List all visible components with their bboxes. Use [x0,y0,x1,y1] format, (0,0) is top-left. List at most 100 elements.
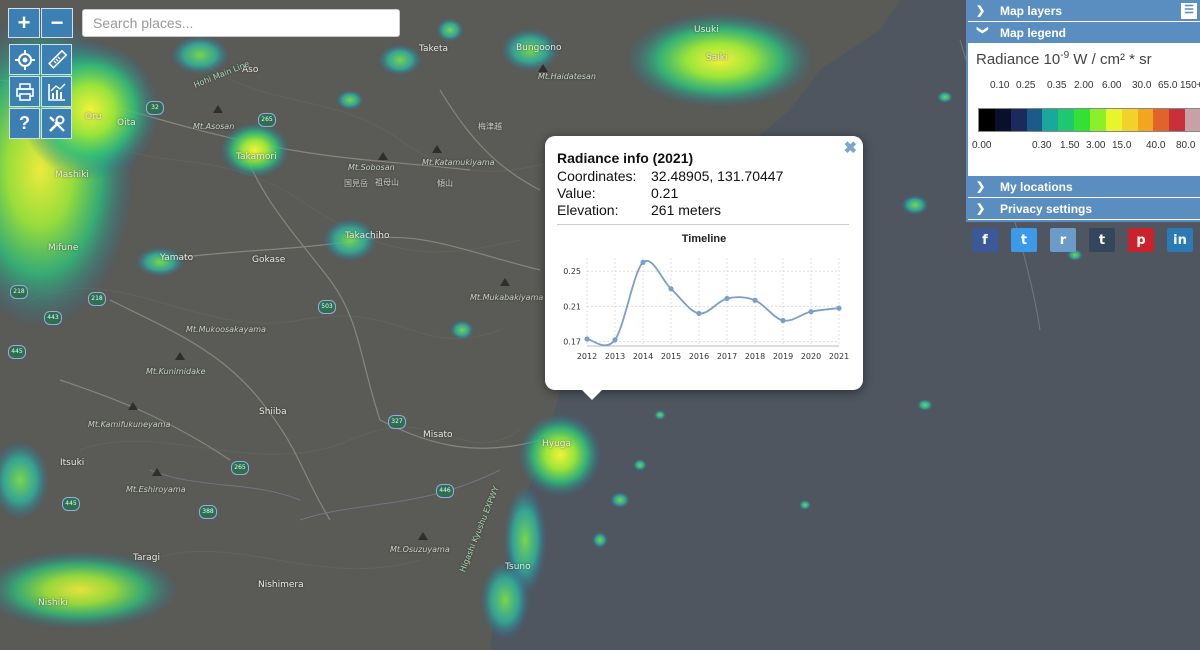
route-shield: 218 [88,292,106,306]
data-point [752,297,758,303]
legend-tick: 15.0 [1112,140,1132,151]
coordinates-row: Coordinates: 32.48905, 131.70447 [557,168,784,184]
place-label: Taragi [133,553,160,563]
facebook-share-button[interactable]: f [972,228,998,252]
data-point [780,317,786,324]
legend-tick: 0.00 [972,140,992,151]
x-tick-label: 2013 [605,352,625,361]
mountain-label: Mt.Osuzuyama [390,545,450,554]
ramp-swatch [1153,109,1170,131]
pinterest-icon: p [1136,232,1146,248]
mountain-label: Mt.Mukabakiyama [470,293,544,302]
data-point [668,286,674,292]
legend-tick: 40.0 [1146,140,1166,151]
tools-icon [48,115,65,132]
mountain-label: Mt.Katamukiyama [422,158,495,167]
place-label: Oita [117,118,136,128]
route-shield: 327 [388,415,406,429]
ramp-swatch [1105,109,1122,131]
x-tick-label: 2015 [661,352,681,361]
statistics-button[interactable] [41,76,72,107]
legend-tick: 0.30 [1032,140,1052,151]
section-privacy-settings[interactable]: ❯ Privacy settings [968,198,1200,220]
place-label: Tsuno [505,562,531,572]
place-label: Mifune [48,243,79,253]
reddit-icon: r [1059,232,1067,248]
place-label: Takamori [236,152,277,162]
place-label: 国見岳 [344,179,368,188]
locate-icon [14,49,35,70]
legend-tick: 0.35 [1047,80,1067,91]
mountain-label: Mt.Sobosan [348,163,395,172]
legend-title: Radiance 10-9 W / cm² * sr [976,50,1152,68]
facebook-icon: f [982,232,988,248]
x-tick-label: 2012 [577,352,597,361]
y-tick-label: 0.25 [563,267,581,276]
route-shield: 32 [146,101,164,115]
ramp-swatch [1058,109,1075,131]
linkedin-share-button[interactable]: in [1167,228,1193,252]
mountain-label: Mt.Mukoosakayama [186,325,266,334]
pinterest-share-button[interactable]: p [1128,228,1154,252]
section-map-layers[interactable]: ❯ Map layers ☰ [968,0,1200,22]
section-label: My locations [1000,179,1073,194]
chevron-right-icon: ❯ [976,5,986,17]
chevron-right-icon: ❯ [976,181,986,193]
route-shield: 445 [8,345,26,359]
mountain-label: Mt.Kamifukuneyama [88,420,171,429]
legend-body: Radiance 10-9 W / cm² * sr 0.10 0.25 0.35 2… [968,44,1200,176]
close-icon[interactable]: ✖ [844,138,857,158]
place-label: Itsuki [60,458,85,468]
place-label: Oru [85,112,102,122]
ramp-swatch [1137,109,1154,131]
tumblr-icon: t [1098,232,1106,248]
radiance-value: 0.21 [651,185,679,201]
locate-button[interactable] [9,44,40,75]
value-row: Value: 0.21 [557,185,679,201]
print-button[interactable] [9,76,40,107]
tools-button[interactable] [41,108,72,139]
twitter-share-button[interactable]: t [1011,228,1037,252]
timeline-chart: Timeline 2012 2013 2014 2015 2016 2017 2018 2019… [563,233,849,361]
hamburger-icon: ☰ [1184,4,1194,16]
legend-tick: 2.00 [1074,80,1094,91]
elevation-value: 261 meters [651,202,722,218]
zoom-in-button[interactable]: + [8,8,40,38]
section-my-locations[interactable]: ❯ My locations [968,176,1200,198]
place-label: Mashiki [55,170,89,180]
legend-tick: 3.00 [1086,140,1106,151]
zoom-out-button[interactable]: − [41,8,73,38]
tumblr-share-button[interactable]: t [1089,228,1115,252]
place-label: Shiiba [259,407,287,417]
coordinates-value: 32.48905, 131.70447 [651,168,784,184]
menu-button[interactable]: ☰ [1180,2,1198,20]
ruler-icon [47,49,67,69]
search-input[interactable] [82,9,400,37]
legend-color-ramp [978,108,1200,132]
legend-tick: 0.25 [1016,80,1036,91]
x-tick-label: 2018 [745,352,765,361]
section-map-legend[interactable]: ❯ Map legend [968,22,1200,44]
measure-button[interactable] [41,44,72,75]
chevron-down-icon: ❯ [976,25,989,35]
elevation-row: Elevation: 261 meters [557,202,722,218]
place-label: Gokase [252,255,286,265]
place-label: 祖母山 [375,178,399,187]
place-label: Yamato [160,253,194,263]
route-shield: 446 [436,484,454,498]
ramp-swatch [1185,109,1200,131]
place-label: Misato [423,430,453,440]
section-label: Map legend [1000,25,1067,40]
legend-tick: 0.10 [990,80,1010,91]
place-label: Usuki [694,25,719,35]
ramp-swatch [1026,109,1043,131]
route-shield: 218 [10,285,28,299]
place-label: Takachiho [345,231,390,241]
reddit-share-button[interactable]: r [1050,228,1076,252]
help-button[interactable]: ? [9,108,40,139]
legend-tick: 80.0 [1176,140,1196,151]
divider [557,224,849,225]
ramp-swatch [1090,109,1106,131]
help-icon: ? [19,113,30,133]
data-point [612,337,618,343]
